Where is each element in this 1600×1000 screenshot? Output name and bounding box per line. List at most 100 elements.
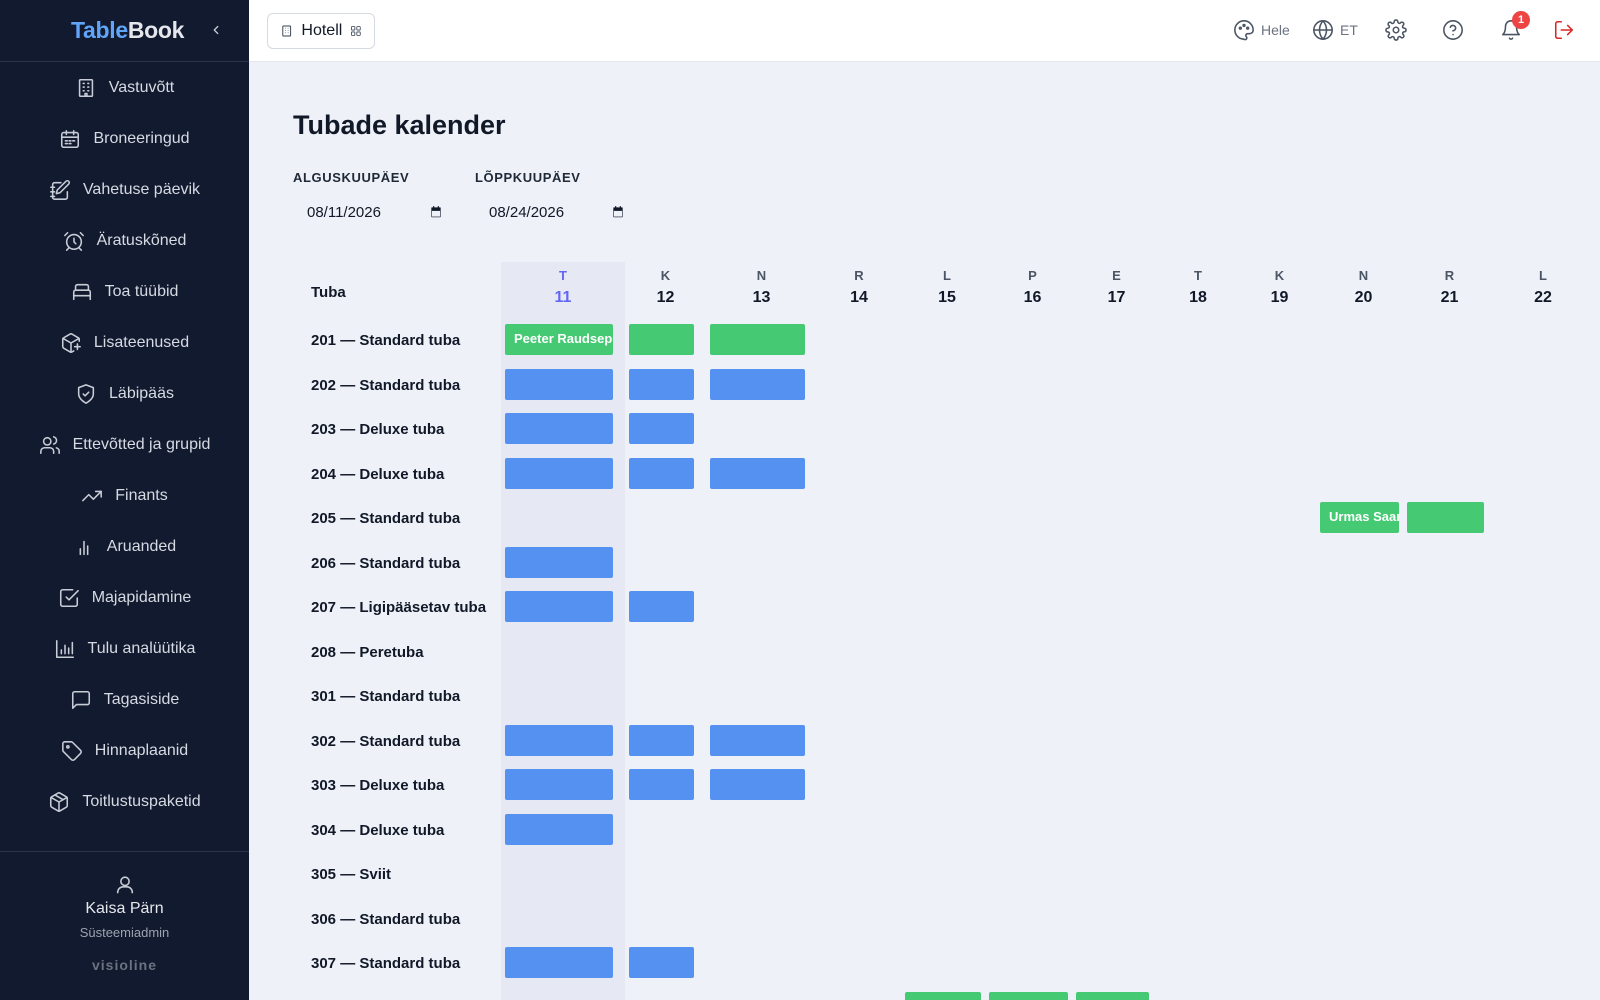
sidebar-item-lisateenused[interactable]: Lisateenused [0,317,249,368]
start-date-value: 08/11/2026 [307,203,381,221]
check-square-icon [59,588,79,607]
day-of-week: P [1028,268,1037,283]
room-label[interactable]: 204 — Deluxe tuba [311,466,444,483]
sidebar-item-label: Finants [115,486,168,504]
booking-block[interactable] [629,769,694,800]
logout-button[interactable] [1553,19,1575,41]
booking-block[interactable] [505,947,613,978]
booking-block[interactable] [629,591,694,622]
sidebar-item-aratuskoned[interactable]: Äratuskõned [0,215,249,266]
sidebar-item-hinnaplaanid[interactable]: Hinnaplaanid [0,725,249,776]
sidebar-item-majapidamine[interactable]: Majapidamine [0,572,249,623]
room-label[interactable]: 303 — Deluxe tuba [311,777,444,794]
day-number: 21 [1440,289,1459,306]
end-date-input[interactable]: 08/24/2026 [475,201,625,223]
sidebar-item-ettevotted-ja-grupid[interactable]: Ettevõtted ja grupid [0,419,249,470]
sidebar-item-vastuvott[interactable]: Vastuvõtt [0,62,249,113]
sidebar-item-finants[interactable]: Finants [0,470,249,521]
user-role: Süsteemiadmin [79,925,170,940]
booking-block[interactable] [505,724,613,756]
user-icon[interactable] [114,874,136,896]
booking-block[interactable] [505,813,613,845]
calendar-picker-icon[interactable] [429,205,443,219]
sidebar-item-aruanded[interactable]: Aruanded [0,521,249,572]
sidebar-item-vahetuse-paevik[interactable]: Vahetuse päevik [0,164,249,215]
day-number: 17 [1107,289,1126,306]
sidebar-item-tulu-analuutika[interactable]: Tulu analüütika [0,623,249,674]
sidebar: TableBook Vastuvõtt Broneeringud Vahetus… [0,0,249,1000]
sidebar-item-label: Tagasiside [103,690,180,708]
room-label[interactable]: 201 — Standard tuba [311,332,460,349]
room-label[interactable]: 202 — Standard tuba [311,377,460,394]
booking-block[interactable] [505,413,613,444]
booking-block[interactable] [989,991,1068,1000]
day-number: 22 [1534,289,1552,306]
sidebar-item-toa-tuubid[interactable]: Toa tüübid [0,266,249,317]
booking-block[interactable]: Urmas Saar [1320,502,1399,533]
booking-block[interactable] [505,769,613,800]
sidebar-nav: Vastuvõtt Broneeringud Vahetuse päevik Ä… [0,62,249,827]
room-label[interactable]: 306 — Standard tuba [311,911,460,928]
day-header-20: N 20 [1334,268,1394,307]
room-label[interactable]: 208 — Peretuba [311,644,424,661]
theme-toggle-button[interactable]: Hele [1233,19,1290,41]
sidebar-item-label: Majapidamine [91,588,192,606]
collapse-sidebar-button[interactable] [206,20,226,40]
room-label[interactable]: 207 — Ligipääsetav tuba [311,599,486,616]
day-of-week: R [854,268,864,283]
room-label[interactable]: 304 — Deluxe tuba [311,822,444,839]
booking-block[interactable] [905,991,981,1000]
booking-block[interactable] [710,769,805,800]
room-label[interactable]: 205 — Standard tuba [311,510,460,527]
sidebar-item-label: Broneeringud [93,129,190,147]
booking-block[interactable] [505,546,613,578]
module-switcher-button[interactable]: Hotell [267,13,375,49]
sidebar-item-tagasiside[interactable]: Tagasiside [0,674,249,725]
room-label[interactable]: 206 — Standard tuba [311,555,460,572]
sidebar-item-broneeringud[interactable]: Broneeringud [0,113,249,164]
room-label[interactable]: 302 — Standard tuba [311,733,460,750]
building-icon [78,78,93,97]
users-icon [39,435,60,454]
brand-header: TableBook [0,0,249,62]
booking-block[interactable] [505,368,613,400]
booking-block[interactable] [629,413,694,444]
room-label[interactable]: 305 — Sviit [311,866,391,883]
booking-block[interactable] [629,724,694,756]
sidebar-item-label: Tulu analüütika [87,639,196,657]
day-of-week: N [1358,268,1369,283]
booking-block[interactable] [710,457,805,489]
booking-block[interactable] [710,324,805,355]
booking-block[interactable]: Peeter Raudsepp [505,324,613,355]
user-panel: Kaisa Pärn Süsteemiadmin visioline [0,851,249,1000]
message-square-icon [71,690,90,709]
booking-block[interactable] [629,368,694,400]
calendar-picker-icon[interactable] [611,205,625,219]
notifications-button[interactable]: 1 [1500,11,1530,41]
chevron-left-icon [213,25,219,35]
settings-button[interactable] [1385,19,1407,41]
sidebar-item-label: Vastuvõtt [108,78,175,96]
booking-block[interactable] [505,457,613,489]
start-date-input[interactable]: 08/11/2026 [293,201,443,223]
booking-block[interactable] [629,324,694,355]
brand-logo[interactable]: TableBook [71,17,184,44]
room-label[interactable]: 301 — Standard tuba [311,688,460,705]
booking-block[interactable] [710,724,805,756]
help-button[interactable] [1442,19,1464,41]
day-of-week: T [1194,268,1202,283]
sidebar-item-labipaas[interactable]: Läbipääs [0,368,249,419]
day-header-18: T 18 [1168,268,1228,307]
booking-block[interactable] [629,947,694,978]
booking-block[interactable] [505,591,613,622]
language-button[interactable]: ET [1312,19,1358,41]
booking-block[interactable] [1076,991,1149,1000]
booking-block[interactable] [629,457,694,489]
brand-logo-part2: Book [127,17,185,43]
booking-block[interactable] [1407,502,1484,533]
notification-badge: 1 [1512,11,1530,29]
booking-block[interactable] [710,368,805,400]
room-label[interactable]: 203 — Deluxe tuba [311,421,444,438]
room-label[interactable]: 307 — Standard tuba [311,955,460,972]
sidebar-item-toitlustuspaketid[interactable]: Toitlustuspaketid [0,776,249,827]
